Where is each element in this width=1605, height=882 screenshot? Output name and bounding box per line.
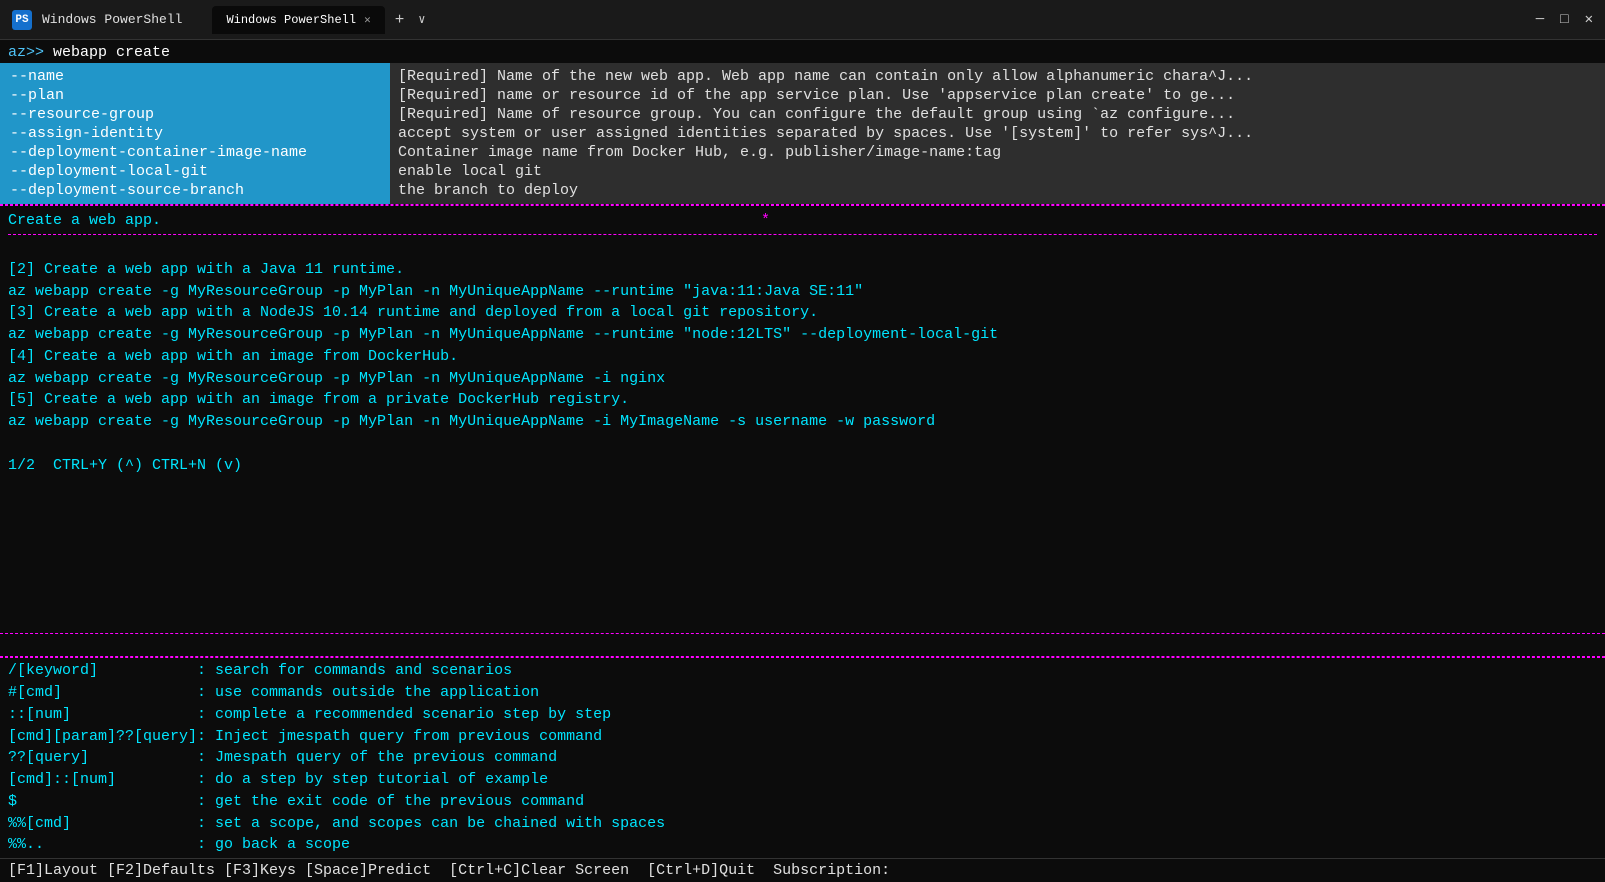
autocomplete-description: [Required] Name of resource group. You c…: [398, 105, 1597, 124]
help-line: /[keyword] : search for commands and sce…: [8, 660, 1597, 682]
content-line: az webapp create -g MyResourceGroup -p M…: [8, 324, 1597, 346]
content-line: [4] Create a web app with an image from …: [8, 346, 1597, 368]
autocomplete-options[interactable]: --name--plan--resource-group--assign-ide…: [0, 63, 390, 204]
prompt-az: az>>: [8, 44, 53, 61]
content-line: [3] Create a web app with a NodeJS 10.14…: [8, 302, 1597, 324]
autocomplete-description: enable local git: [398, 162, 1597, 181]
autocomplete-option[interactable]: --deployment-source-branch: [0, 181, 390, 200]
title-bar: PS Windows PowerShell Windows PowerShell…: [0, 0, 1605, 40]
autocomplete-option[interactable]: --assign-identity: [0, 124, 390, 143]
help-line: #[cmd] : use commands outside the applic…: [8, 682, 1597, 704]
prompt-command: webapp create: [53, 44, 170, 61]
autocomplete-description: accept system or user assigned identitie…: [398, 124, 1597, 143]
autocomplete-option[interactable]: --name: [0, 67, 390, 86]
content-line: [2] Create a web app with a Java 11 runt…: [8, 259, 1597, 281]
help-area: /[keyword] : search for commands and sce…: [0, 657, 1605, 858]
content-line: [8, 433, 1597, 455]
app-icon: PS: [12, 10, 32, 30]
prompt-text: az>> webapp create: [8, 44, 170, 61]
content-star: *: [761, 210, 770, 232]
help-line: $ : get the exit code of the previous co…: [8, 791, 1597, 813]
help-line: %%[cmd] : set a scope, and scopes can be…: [8, 813, 1597, 835]
help-line: ??[query] : Jmespath query of the previo…: [8, 747, 1597, 769]
help-line: [cmd][param]??[query]: Inject jmespath q…: [8, 726, 1597, 748]
minimize-button[interactable]: ─: [1536, 12, 1544, 28]
status-bar: [F1]Layout [F2]Defaults [F3]Keys [Space]…: [0, 858, 1605, 882]
tab-label: Windows PowerShell: [226, 13, 356, 27]
content-line: az webapp create -g MyResourceGroup -p M…: [8, 368, 1597, 390]
status-text: [F1]Layout [F2]Defaults [F3]Keys [Space]…: [8, 862, 890, 879]
help-line: [cmd]::[num] : do a step by step tutoria…: [8, 769, 1597, 791]
help-line: ::[num] : complete a recommended scenari…: [8, 704, 1597, 726]
title-bar-left: PS Windows PowerShell Windows PowerShell…: [12, 6, 430, 34]
autocomplete-descriptions: [Required] Name of the new web app. Web …: [390, 63, 1605, 204]
autocomplete-description: Container image name from Docker Hub, e.…: [398, 143, 1597, 162]
empty-line: [0, 634, 1605, 656]
window-title: Windows PowerShell: [42, 12, 182, 27]
autocomplete-option[interactable]: --plan: [0, 86, 390, 105]
new-tab-button[interactable]: +: [389, 11, 411, 29]
content-line: az webapp create -g MyResourceGroup -p M…: [8, 411, 1597, 433]
tab-close-icon[interactable]: ✕: [364, 13, 371, 27]
window-controls: ─ □ ✕: [1536, 11, 1593, 28]
terminal: az>> webapp create --name--plan--resourc…: [0, 40, 1605, 882]
help-line: %%.. : go back a scope: [8, 834, 1597, 856]
autocomplete-description: [Required] name or resource id of the ap…: [398, 86, 1597, 105]
close-button[interactable]: ✕: [1585, 11, 1593, 28]
content-area: Create a web app. * [2] Create a web app…: [0, 206, 1605, 633]
autocomplete-option[interactable]: --resource-group: [0, 105, 390, 124]
autocomplete-description: [Required] Name of the new web app. Web …: [398, 67, 1597, 86]
separator-content: [8, 234, 1597, 235]
content-line: 1/2 CTRL+Y (^) CTRL+N (v): [8, 455, 1597, 477]
content-lines: [2] Create a web app with a Java 11 runt…: [8, 237, 1597, 477]
autocomplete-dropdown: --name--plan--resource-group--assign-ide…: [0, 63, 1605, 205]
app-icon-text: PS: [15, 14, 28, 26]
prompt-line: az>> webapp create: [0, 40, 1605, 63]
active-tab[interactable]: Windows PowerShell ✕: [212, 6, 384, 34]
tab-bar: Windows PowerShell ✕ + ∨: [212, 6, 429, 34]
autocomplete-description: the branch to deploy: [398, 181, 1597, 200]
maximize-button[interactable]: □: [1560, 12, 1568, 28]
content-line: az webapp create -g MyResourceGroup -p M…: [8, 281, 1597, 303]
autocomplete-option[interactable]: --deployment-container-image-name: [0, 143, 390, 162]
autocomplete-option[interactable]: --deployment-local-git: [0, 162, 390, 181]
content-header: Create a web app.: [8, 210, 161, 232]
tab-dropdown-icon[interactable]: ∨: [414, 12, 429, 27]
content-line: [5] Create a web app with an image from …: [8, 389, 1597, 411]
content-line: [8, 237, 1597, 259]
